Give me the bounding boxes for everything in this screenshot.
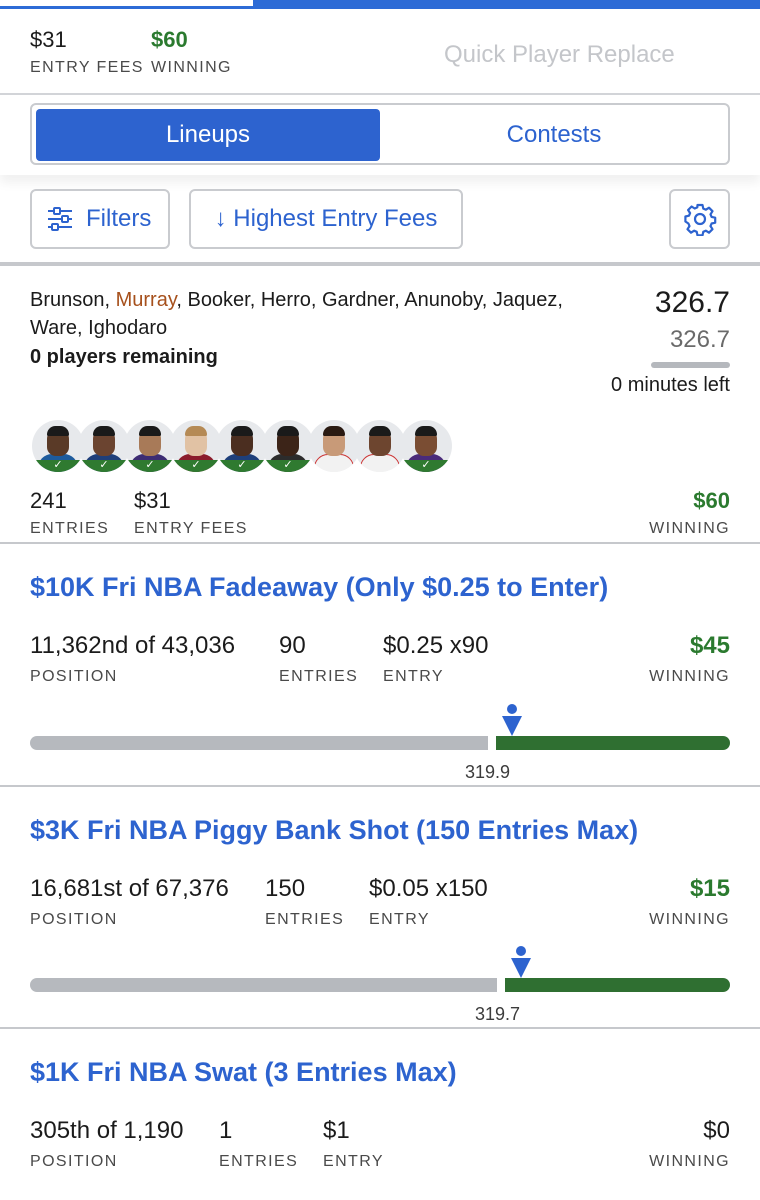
time-left: 0 minutes left (611, 374, 730, 396)
contest-entries-value: 1 (219, 1117, 233, 1144)
names-highlight: Murray (115, 289, 177, 311)
contest-entries-value: 90 (279, 632, 306, 659)
summary-winning-label: WINNING (151, 59, 232, 76)
sliders-icon (46, 205, 74, 233)
tab-lineups[interactable]: Lineups (36, 109, 380, 161)
filters-button[interactable]: Filters (30, 189, 170, 249)
contest-winning-label: WINNING (649, 911, 730, 928)
toolbar: Filters ↓ Highest Entry Fees (0, 186, 760, 252)
rank-track-behind (30, 736, 488, 750)
lineup-entry-fees-label: ENTRY FEES (134, 520, 248, 537)
position-marker-icon (501, 704, 523, 738)
contest-position-value: 16,681st of 67,376 (30, 875, 229, 902)
contest-entries-value: 150 (265, 875, 306, 902)
player-avatar[interactable]: ✓ (262, 420, 314, 472)
lineup-player-names: Brunson, Murray, Booker, Herro, Gardner,… (30, 286, 570, 342)
contest-winning-label: WINNING (649, 668, 730, 685)
players-remaining: 0 players remaining (30, 346, 218, 368)
view-switcher: Lineups Contests (0, 95, 760, 175)
position-marker-value: 319.7 (475, 1004, 521, 1024)
summary-entry-fees: $31 ENTRY FEES (30, 27, 144, 77)
lineup-winning-label: WINNING (649, 520, 730, 537)
contest-entry-label: ENTRY (383, 668, 444, 685)
summary-header: $31 ENTRY FEES $60 WINNING Quick Player … (0, 9, 760, 95)
lineup-card[interactable]: Brunson, Murray, Booker, Herro, Gardner,… (0, 262, 760, 544)
sort-label: ↓ Highest Entry Fees (214, 205, 438, 232)
contest-entries-label: ENTRIES (279, 668, 359, 685)
tab-contests[interactable]: Contests (382, 109, 726, 161)
summary-entry-fees-value: $31 (30, 27, 67, 52)
player-avatar[interactable]: ✓ (32, 420, 84, 472)
player-avatar[interactable]: ✓ (124, 420, 176, 472)
top-progress-bar (0, 0, 760, 9)
sort-button[interactable]: ↓ Highest Entry Fees (189, 189, 463, 249)
lineup-entry-fees-value: $31 (134, 488, 171, 513)
contest-entries-label: ENTRIES (265, 911, 345, 928)
player-avatar[interactable]: ✓ (400, 420, 452, 472)
lineup-entries-label: ENTRIES (30, 520, 110, 537)
summary-winning-value: $60 (151, 27, 188, 52)
contest-winning-value: $0 (703, 1117, 730, 1144)
summary-winning: $60 WINNING (151, 27, 232, 77)
contest-title[interactable]: $1K Fri NBA Swat (3 Entries Max) (30, 1057, 457, 1088)
player-avatar[interactable] (308, 420, 360, 472)
contest-entries-label: ENTRIES (219, 1153, 299, 1170)
contest-title[interactable]: $10K Fri NBA Fadeaway (Only $0.25 to Ent… (30, 572, 608, 603)
contest-card[interactable]: $1K Fri NBA Swat (3 Entries Max) 305th o… (0, 1029, 760, 1189)
lineup-score: 326.7 (654, 286, 730, 319)
lineup-entries-value: 241 (30, 488, 67, 513)
lineup-projected-score: 326.7 (669, 326, 730, 353)
contest-card[interactable]: $10K Fri NBA Fadeaway (Only $0.25 to Ent… (0, 544, 760, 787)
quick-player-replace-button[interactable]: Quick Player Replace (444, 41, 675, 69)
segmented-control: Lineups Contests (30, 103, 730, 165)
contest-position-value: 305th of 1,190 (30, 1117, 184, 1144)
contest-position-label: POSITION (30, 1153, 118, 1170)
lineup-winning-value: $60 (693, 488, 730, 513)
settings-button[interactable] (669, 189, 730, 249)
contest-card[interactable]: $3K Fri NBA Piggy Bank Shot (150 Entries… (0, 787, 760, 1029)
player-avatar[interactable] (354, 420, 406, 472)
contest-entry-value: $0.25 x90 (383, 632, 489, 659)
contest-position-label: POSITION (30, 911, 118, 928)
contest-entry-label: ENTRY (369, 911, 430, 928)
position-marker-icon (510, 946, 532, 980)
contest-position-value: 11,362nd of 43,036 (30, 632, 236, 659)
contest-winning-value: $15 (689, 875, 730, 902)
player-avatar[interactable]: ✓ (78, 420, 130, 472)
player-avatar[interactable]: ✓ (170, 420, 222, 472)
contest-title[interactable]: $3K Fri NBA Piggy Bank Shot (150 Entries… (30, 815, 638, 846)
contest-entry-value: $1 (323, 1117, 350, 1144)
filters-label: Filters (86, 205, 152, 232)
position-marker-value: 319.9 (465, 762, 511, 782)
rank-track-behind (30, 978, 497, 992)
player-avatar[interactable]: ✓ (216, 420, 268, 472)
rank-track-ahead (505, 978, 730, 992)
gear-icon (683, 202, 717, 236)
contest-entry-label: ENTRY (323, 1153, 384, 1170)
contest-entry-value: $0.05 x150 (369, 875, 488, 902)
contest-winning-value: $45 (689, 632, 730, 659)
names-before: Brunson, (30, 289, 116, 311)
summary-entry-fees-label: ENTRY FEES (30, 59, 144, 76)
contest-winning-label: WINNING (649, 1153, 730, 1170)
rank-track-ahead (496, 736, 730, 750)
progress-fill (0, 0, 253, 6)
contest-position-label: POSITION (30, 668, 118, 685)
score-progress-bar (651, 362, 730, 368)
